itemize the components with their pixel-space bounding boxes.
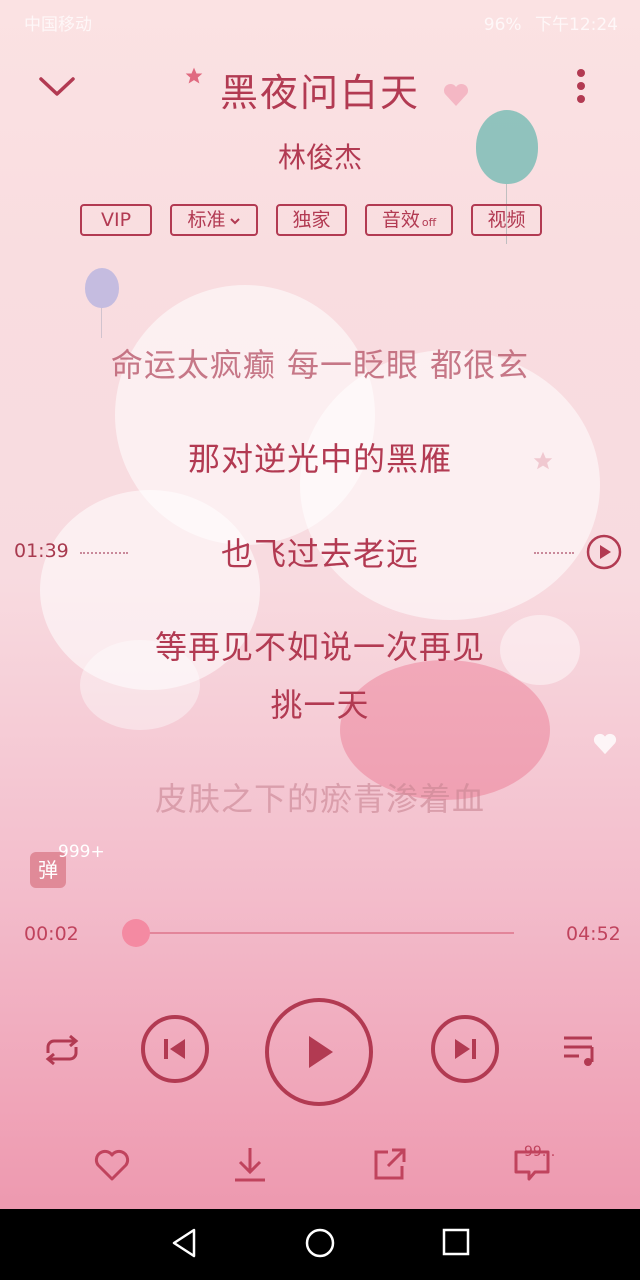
like-button[interactable] <box>90 1143 134 1187</box>
previous-button[interactable] <box>141 1015 209 1083</box>
heart-decor-icon <box>593 733 617 755</box>
system-nav-bar <box>0 1209 640 1280</box>
danmu-count: 999+ <box>58 842 105 862</box>
balloon-decor-small <box>85 268 119 308</box>
lyric-seek-play-button[interactable] <box>586 534 622 570</box>
exclusive-tag[interactable]: 独家 <box>276 204 347 236</box>
clock: 下午12:24 <box>535 15 618 35</box>
next-button[interactable] <box>431 1015 499 1083</box>
home-icon[interactable] <box>304 1227 336 1259</box>
lyric-line: 皮肤之下的瘀青渗着血 <box>154 780 485 818</box>
lyric-line: 命运太疯癫 每一眨眼 都很玄 <box>110 346 530 384</box>
more-options-button[interactable] <box>566 66 596 106</box>
heart-icon <box>94 1149 130 1181</box>
current-time: 00:02 <box>24 923 79 945</box>
repeat-icon <box>45 1034 79 1066</box>
battery-level: 96% <box>483 15 522 35</box>
lyric-line: 那对逆光中的黑雁 <box>187 440 452 478</box>
playlist-button[interactable] <box>558 1028 604 1072</box>
song-title: 黑夜问白天 <box>219 71 420 115</box>
quality-selector[interactable]: 标准 <box>170 204 258 236</box>
previous-icon <box>164 1039 185 1059</box>
sound-effect-button[interactable]: 音效 off <box>365 204 453 236</box>
carrier-label: 中国移动 <box>24 15 92 35</box>
download-icon <box>235 1148 265 1182</box>
play-icon <box>309 1036 333 1068</box>
progress-track[interactable] <box>128 932 514 934</box>
artist-name[interactable]: 林俊杰 <box>0 136 640 176</box>
progress-knob[interactable] <box>121 919 150 947</box>
vip-tag[interactable]: VIP <box>80 204 152 236</box>
video-button[interactable]: 视频 <box>471 204 542 236</box>
playlist-icon <box>564 1036 594 1066</box>
back-icon[interactable] <box>170 1227 198 1259</box>
lyric-line: 等再见不如说一次再见 <box>154 628 485 666</box>
share-button[interactable] <box>368 1142 412 1186</box>
status-bar: 中国移动 96% 下午12:24 <box>0 0 640 44</box>
download-button[interactable] <box>228 1142 272 1186</box>
share-icon <box>374 1148 406 1180</box>
lyric-seek-time: 01:39 <box>14 540 69 562</box>
lyric-line: 挑一天 <box>270 686 370 724</box>
comments-count: 99... <box>524 1144 556 1160</box>
seek-guide-right <box>534 552 574 554</box>
more-vertical-icon <box>577 69 585 103</box>
chevron-down-icon <box>229 218 240 225</box>
next-icon <box>455 1039 476 1059</box>
seek-guide-left <box>80 552 128 554</box>
total-time: 04:52 <box>566 923 621 945</box>
repeat-button[interactable] <box>36 1028 88 1072</box>
play-button[interactable] <box>265 998 373 1106</box>
recents-icon[interactable] <box>441 1227 471 1257</box>
play-icon <box>586 534 622 570</box>
